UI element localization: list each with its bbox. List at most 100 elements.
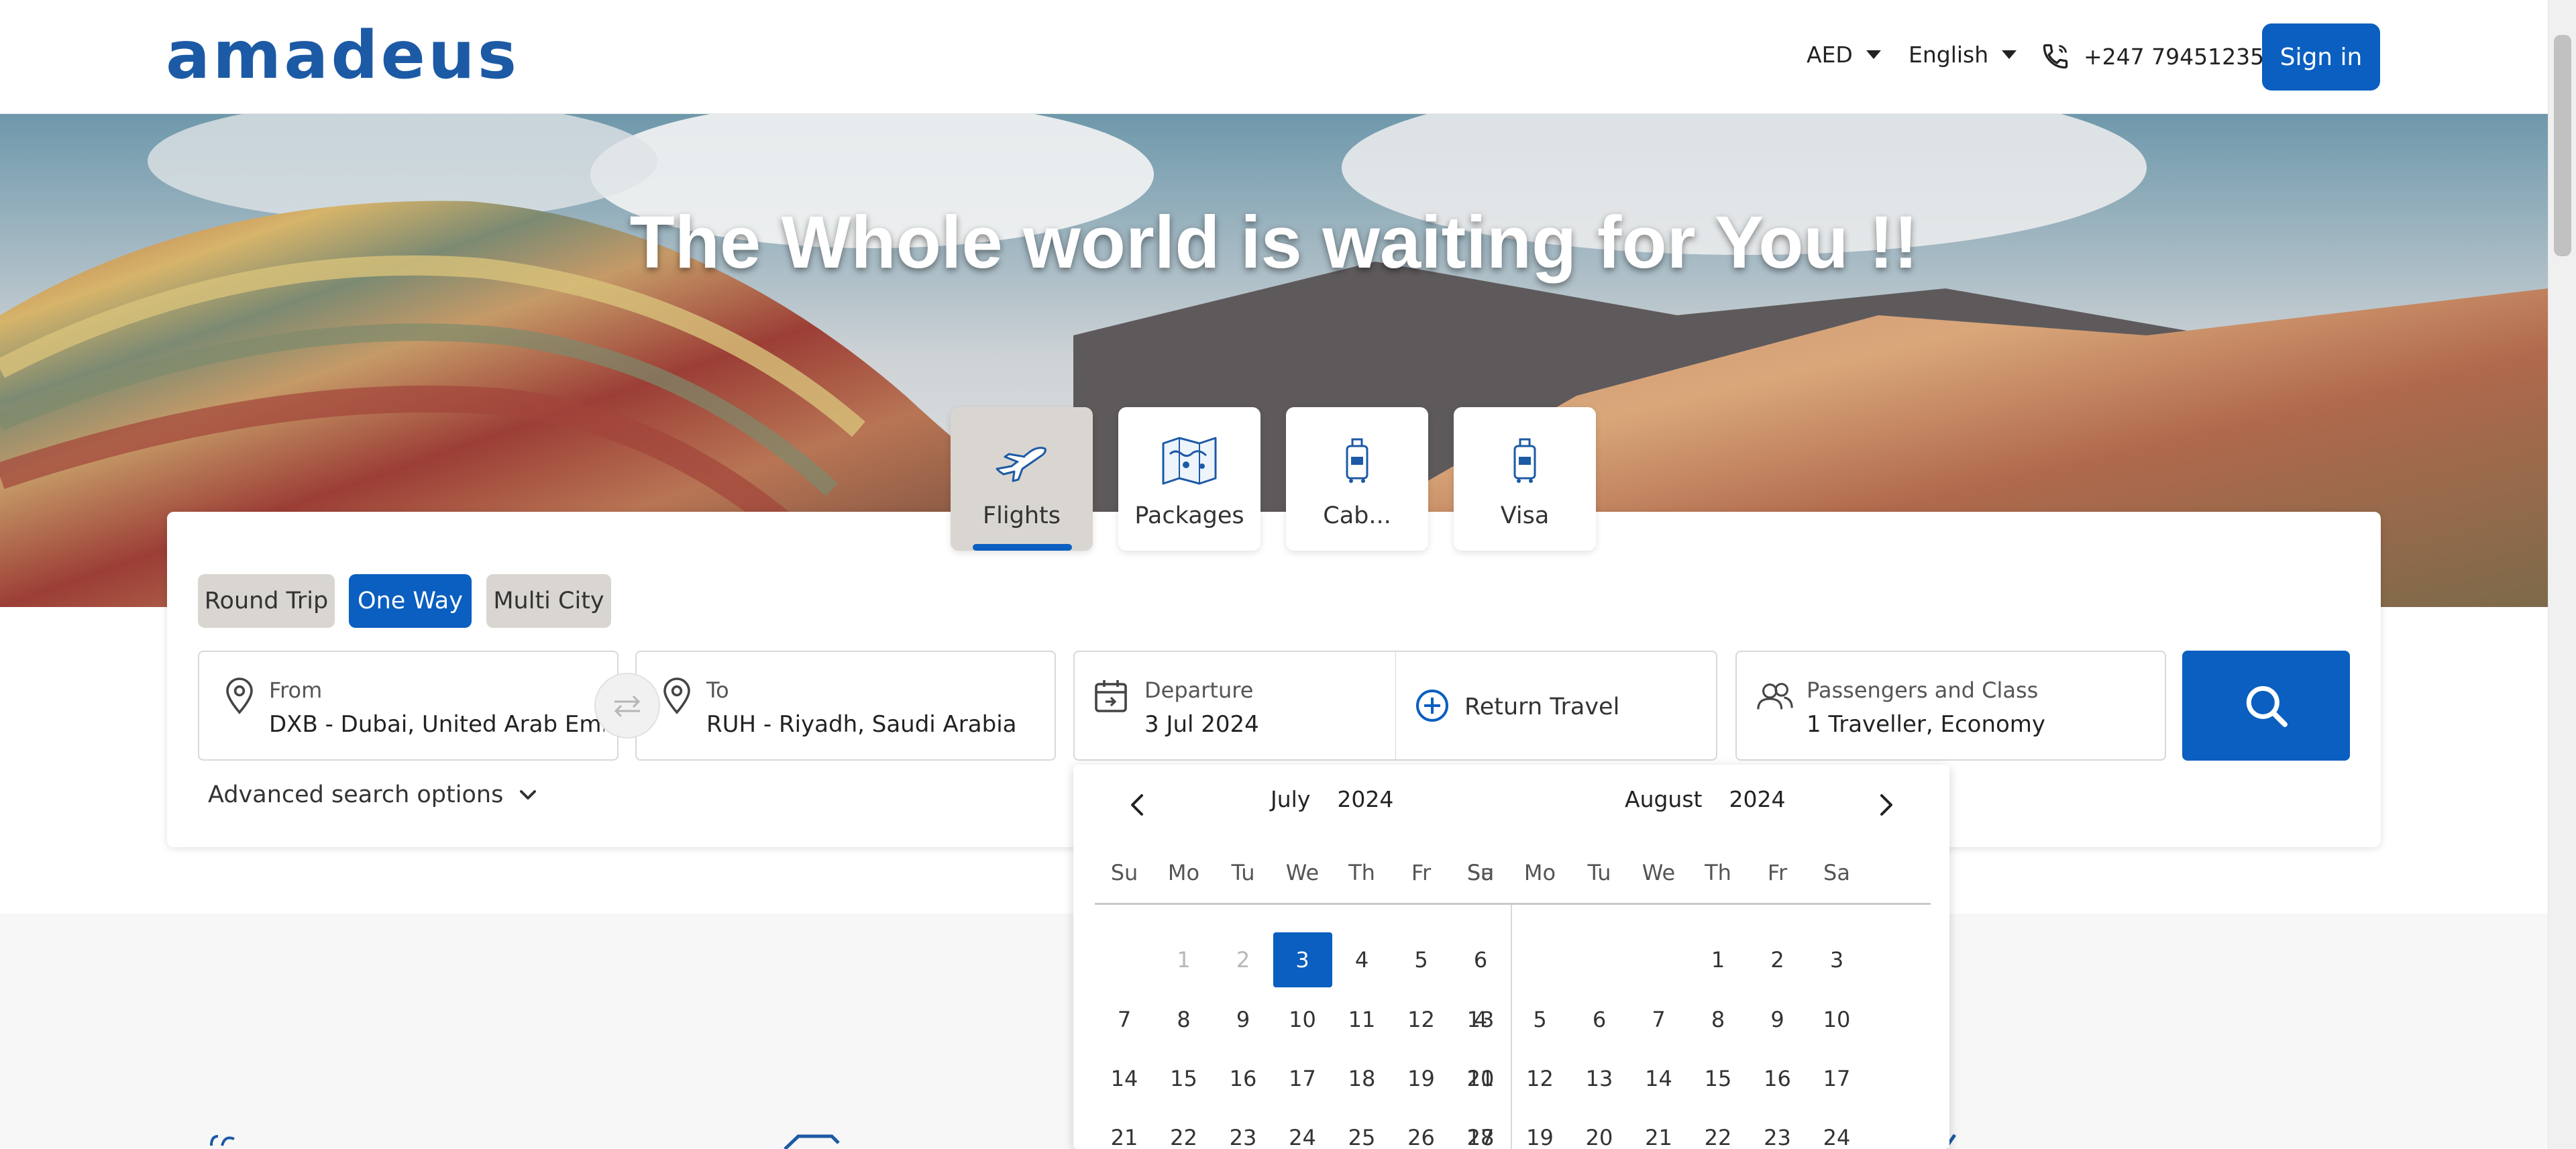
one-way-button[interactable]: One Way (349, 574, 472, 628)
day-cell[interactable]: 11 (1332, 992, 1391, 1047)
day-cell: 1 (1177, 947, 1191, 973)
tab-cabs[interactable]: Cab... (1286, 407, 1428, 551)
scrollbar-thumb[interactable] (2554, 35, 2571, 256)
travellers-icon (1757, 683, 1793, 710)
phone-contact[interactable]: +247 79451235 (2041, 42, 2264, 71)
day-cell[interactable]: 20 (1570, 1110, 1629, 1149)
plus-circle-icon (1416, 690, 1448, 722)
selected-day-cell[interactable]: 3 (1273, 932, 1332, 987)
day-cell[interactable]: 10 (1273, 992, 1332, 1047)
day-cell[interactable]: 19 (1392, 1051, 1451, 1106)
luggage-icon (1513, 438, 1536, 483)
round-trip-button[interactable]: Round Trip (198, 574, 335, 628)
phone-number: +247 79451235 (2084, 43, 2265, 70)
weekday-label: Mo (1523, 860, 1556, 885)
day-cell[interactable]: 8 (1688, 992, 1748, 1047)
day-cell[interactable]: 22 (1688, 1110, 1748, 1149)
sign-in-button[interactable]: Sign in (2262, 23, 2380, 91)
day-cell[interactable]: 3 (1807, 932, 1866, 987)
tab-visa[interactable]: Visa (1454, 407, 1596, 551)
day-cell[interactable]: 17 (1807, 1051, 1866, 1106)
weekday-label: We (1642, 860, 1676, 885)
day-cell[interactable]: 18 (1332, 1051, 1391, 1106)
tab-visa-label: Visa (1500, 502, 1550, 529)
swap-locations-button[interactable] (594, 673, 660, 738)
currency-selector[interactable]: AED (1807, 42, 1881, 68)
location-pin-icon (226, 677, 253, 714)
day-cell[interactable]: 12 (1511, 1051, 1570, 1106)
day-cell[interactable]: 7 (1095, 992, 1154, 1047)
day-cell[interactable]: 23 (1748, 1110, 1807, 1149)
day-cell[interactable]: 4 (1332, 932, 1391, 987)
day-cell[interactable]: 4 (1451, 992, 1510, 1047)
to-field[interactable]: To RUH - Riyadh, Saudi Arabia (635, 651, 1056, 761)
multi-city-button[interactable]: Multi City (486, 574, 611, 628)
phone-icon (2043, 44, 2068, 69)
day-cell[interactable]: 17 (1273, 1051, 1332, 1106)
departure-label: Departure (1144, 677, 1254, 703)
to-value: RUH - Riyadh, Saudi Arabia (706, 711, 1017, 738)
day-cell[interactable]: 14 (1629, 1051, 1688, 1106)
day-cell[interactable]: 11 (1451, 1051, 1510, 1106)
day-cell[interactable]: 24 (1273, 1110, 1332, 1149)
month-name[interactable]: July (1271, 786, 1310, 812)
day-cell[interactable]: 1 (1688, 932, 1748, 987)
chevron-right-icon (1880, 794, 1892, 816)
day-cell[interactable]: 5 (1511, 992, 1570, 1047)
next-month-button[interactable] (1866, 785, 1907, 825)
day-cell[interactable]: 21 (1629, 1110, 1688, 1149)
previous-month-button[interactable] (1117, 785, 1157, 825)
from-field[interactable]: From DXB - Dubai, United Arab Emira... (198, 651, 619, 761)
month-year[interactable]: 2024 (1337, 786, 1393, 812)
advanced-search-toggle[interactable]: Advanced search options (208, 781, 538, 808)
to-label: To (706, 677, 729, 703)
day-cell[interactable]: 14 (1095, 1051, 1154, 1106)
caret-down-icon (1866, 50, 1881, 59)
day-cell[interactable]: 12 (1392, 992, 1451, 1047)
day-cell[interactable]: 15 (1688, 1051, 1748, 1106)
day-cell[interactable]: 13 (1570, 1051, 1629, 1106)
day-cell[interactable]: 21 (1095, 1110, 1154, 1149)
day-cell[interactable]: 26 (1392, 1110, 1451, 1149)
day-cell[interactable]: 16 (1214, 1051, 1273, 1106)
day-cell[interactable]: 16 (1748, 1051, 1807, 1106)
amadeus-logo[interactable]: amadeus (166, 25, 541, 86)
tab-packages[interactable]: Packages (1118, 407, 1260, 551)
day-cell[interactable]: 18 (1451, 1110, 1510, 1149)
currency-label: AED (1807, 42, 1853, 68)
map-icon (1162, 437, 1217, 485)
chevron-down-icon (520, 790, 537, 800)
weekday-divider (1095, 903, 1931, 905)
from-label: From (269, 677, 323, 703)
day-cell[interactable]: 22 (1155, 1110, 1214, 1149)
day-cell[interactable]: 6 (1570, 992, 1629, 1047)
section-icon (784, 1134, 840, 1149)
day-cell[interactable]: 2 (1748, 932, 1807, 987)
day-cell[interactable]: 8 (1155, 992, 1214, 1047)
departure-field[interactable]: Departure 3 Jul 2024 (1073, 651, 1397, 761)
language-selector[interactable]: English (1909, 42, 2017, 68)
passengers-class-field[interactable]: Passengers and Class 1 Traveller, Econom… (1735, 651, 2166, 761)
day-cell[interactable]: 9 (1214, 992, 1273, 1047)
return-travel-field[interactable]: Return Travel (1395, 651, 1717, 761)
month-year[interactable]: 2024 (1729, 786, 1785, 812)
day-cell[interactable]: 9 (1748, 992, 1807, 1047)
day-cell[interactable]: 7 (1629, 992, 1688, 1047)
month-name[interactable]: August (1625, 786, 1702, 812)
day-cell[interactable]: 24 (1807, 1110, 1866, 1149)
page-scrollbar[interactable] (2548, 0, 2576, 1149)
passengers-value: 1 Traveller, Economy (1807, 711, 2046, 738)
day-cell[interactable]: 5 (1392, 932, 1451, 987)
weekday-label: Th (1348, 860, 1375, 885)
day-cell[interactable]: 19 (1511, 1110, 1570, 1149)
day-cell[interactable]: 10 (1807, 992, 1866, 1047)
search-button[interactable] (2182, 651, 2350, 761)
day-cell[interactable]: 25 (1332, 1110, 1391, 1149)
day-cell[interactable]: 6 (1451, 932, 1510, 987)
day-cell[interactable]: 15 (1155, 1051, 1214, 1106)
tab-packages-label: Packages (1134, 502, 1244, 529)
tab-flights[interactable]: Flights (951, 407, 1093, 551)
day-cell[interactable]: 23 (1214, 1110, 1273, 1149)
language-label: English (1909, 42, 1989, 68)
date-picker-calendar: July 2024 August 2024 Su Mo Tu We Th Fr Sa Su Mo… (1073, 765, 1949, 1149)
